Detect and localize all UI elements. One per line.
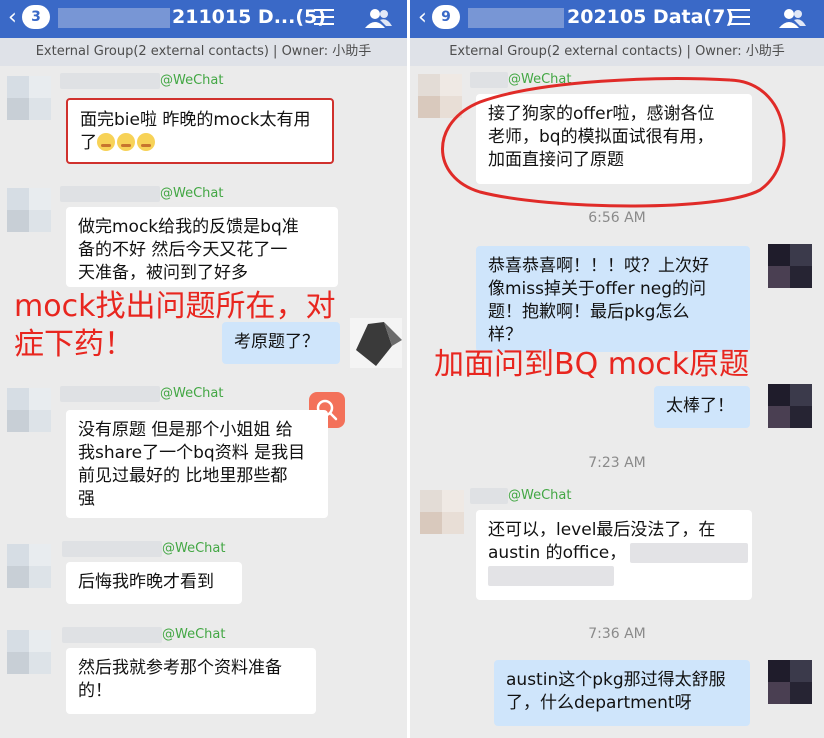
message-line: 太棒了！ [666, 396, 734, 416]
red-circle-highlight [441, 77, 786, 208]
crying-emoji-icon [137, 133, 155, 151]
avatar[interactable] [7, 544, 51, 588]
avatar[interactable] [7, 388, 51, 432]
message-line: 备的不好 然后今天又花了一 [78, 240, 288, 260]
my-message-bubble[interactable]: 恭喜恭喜啊！！！哎？上次好 像miss掉关于offer neg的问 题！抱歉啊！… [476, 246, 750, 352]
wechat-tag: @WeChat [160, 186, 224, 201]
contacts-icon[interactable] [778, 8, 806, 28]
my-message-bubble[interactable]: austin这个pkg那过得太舒服 了，什么department呀 [494, 660, 750, 726]
unread-badge: 3 [22, 5, 50, 29]
message-line: 前见过最好的 比地里那些都 [78, 466, 288, 486]
message-line: 还可以，level最后没法了，在 [488, 520, 716, 540]
chevron-left-icon[interactable]: ‹ [8, 5, 17, 31]
redacted-sender-name [62, 541, 162, 557]
redacted-sender-name [470, 488, 508, 504]
my-avatar[interactable] [350, 318, 402, 368]
annotation-text: 加面问到BQ mock原题 [434, 347, 750, 382]
redacted-text [630, 543, 749, 563]
chat-title: 202105 Data(7) [567, 6, 735, 28]
chevron-left-icon[interactable]: ‹ [418, 5, 427, 31]
crying-emoji-icon [97, 133, 115, 151]
message-line: 了 [80, 133, 97, 153]
annotation-line: mock找出问题所在，对 [14, 289, 336, 324]
my-avatar[interactable] [768, 660, 812, 704]
message-bubble[interactable]: 面完bie啦 昨晚的mock太有用 了 [66, 98, 334, 164]
group-info-bar[interactable]: External Group(2 external contacts) | Ow… [0, 38, 407, 66]
message-bubble[interactable]: 还可以，level最后没法了，在 austin 的office， [476, 510, 752, 600]
contacts-icon[interactable] [364, 8, 392, 28]
redacted-sender-name [62, 627, 162, 643]
my-avatar[interactable] [768, 384, 812, 428]
message-bubble[interactable]: 然后我就参考那个资料准备 的！ [66, 648, 316, 714]
left-chat-screenshot: ‹ 3 211015 D...(5) External Group(2 exte… [0, 0, 407, 738]
avatar[interactable] [7, 76, 51, 120]
avatar[interactable] [7, 188, 51, 232]
message-line: austin这个pkg那过得太舒服 [506, 670, 726, 690]
my-avatar[interactable] [768, 244, 812, 288]
message-line: austin 的office， [488, 543, 627, 563]
message-line: 恭喜恭喜啊！！！哎？上次好 [488, 256, 709, 276]
redacted-text [488, 566, 614, 586]
my-message-bubble[interactable]: 太棒了！ [654, 386, 750, 428]
message-line: 样？ [488, 325, 522, 345]
message-line: 了，什么department呀 [506, 693, 692, 713]
message-line: 没有原题 但是那个小姐姐 给 [78, 420, 293, 440]
message-line: 做完mock给我的反馈是bq准 [78, 217, 299, 237]
timestamp: 6:56 AM [588, 210, 646, 226]
annotation-line: 症下药！ [14, 327, 134, 362]
message-line: 后悔我昨晚才看到 [78, 572, 214, 592]
message-line: 面完bie啦 昨晚的mock太有用 [80, 110, 311, 130]
right-chat-screenshot: ‹ 9 202105 Data(7) External Group(2 exte… [410, 0, 824, 738]
annotation-text: mock找出问题所在，对 症下药！ [14, 288, 335, 364]
timestamp: 7:23 AM [588, 455, 646, 471]
group-info-bar[interactable]: External Group(2 external contacts) | Ow… [410, 38, 824, 66]
avatar[interactable] [7, 630, 51, 674]
timestamp: 7:36 AM [588, 626, 646, 642]
message-line: 我share了一个bq资料 是我目 [78, 443, 306, 463]
redacted-sender-name [60, 386, 160, 402]
message-line: 天准备，被问到了好多 [78, 263, 248, 283]
redacted-sender-name [60, 186, 160, 202]
avatar[interactable] [420, 490, 464, 534]
redacted-sender-name [60, 73, 160, 89]
message-line: 强 [78, 489, 95, 509]
wechat-tag: @WeChat [508, 488, 572, 503]
chat-navbar: ‹ 3 211015 D...(5) [0, 0, 407, 38]
redacted-group-name [58, 8, 170, 28]
crying-emoji-icon [117, 133, 135, 151]
message-bubble[interactable]: 做完mock给我的反馈是bq准 备的不好 然后今天又花了一 天准备，被问到了好多 [66, 207, 338, 287]
message-line: 像miss掉关于offer neg的问 [488, 279, 706, 299]
wechat-tag: @WeChat [160, 386, 224, 401]
redacted-group-name [468, 8, 564, 28]
message-line: 题！抱歉啊！最后pkg怎么 [488, 302, 690, 322]
message-bubble[interactable]: 没有原题 但是那个小姐姐 给 我share了一个bq资料 是我目 前见过最好的 … [66, 410, 328, 518]
unread-badge: 9 [432, 5, 460, 29]
message-line: 然后我就参考那个资料准备 [78, 658, 282, 678]
menu-icon[interactable] [730, 9, 750, 27]
menu-icon[interactable] [314, 9, 334, 27]
wechat-tag: @WeChat [162, 541, 226, 556]
wechat-tag: @WeChat [160, 73, 224, 88]
message-bubble[interactable]: 后悔我昨晚才看到 [66, 562, 242, 604]
chat-title: 211015 D...(5) [172, 6, 326, 28]
chat-navbar: ‹ 9 202105 Data(7) [410, 0, 824, 38]
wechat-tag: @WeChat [162, 627, 226, 642]
message-line: 的！ [78, 681, 112, 701]
